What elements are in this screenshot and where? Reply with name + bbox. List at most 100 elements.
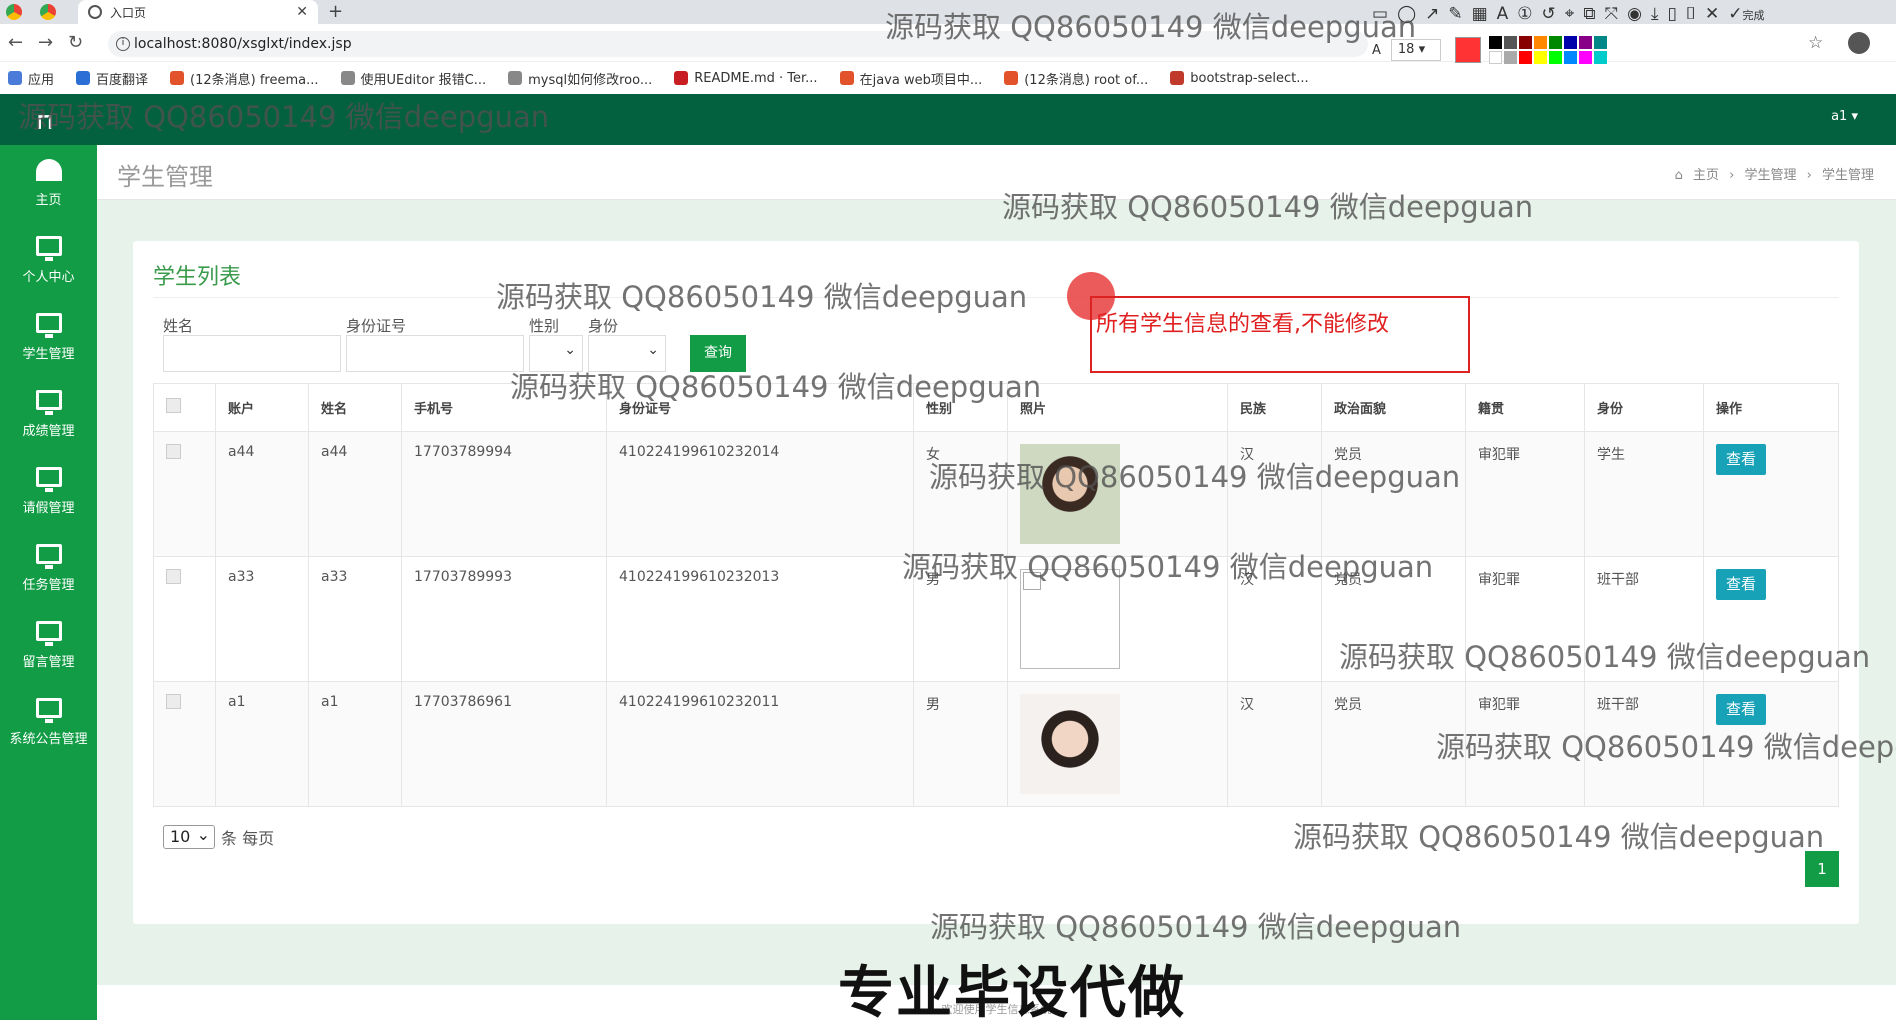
bookmark[interactable]: (12条消息) freema... (170, 69, 319, 88)
new-tab-button[interactable]: + (328, 0, 343, 24)
col-photo: 照片 (1007, 383, 1228, 432)
annotation-textbox[interactable]: 所有学生信息的查看,不能修改 (1090, 296, 1470, 373)
reload-icon[interactable]: ↻ (68, 32, 83, 53)
rectangle-tool-icon[interactable]: ▭ (1372, 4, 1388, 24)
page-title: 学生管理 (117, 163, 213, 191)
color-palette[interactable] (1488, 36, 1607, 64)
table-row: a33 a33 17703789993 410224199610232013 男… (153, 556, 1839, 682)
pen-tool-icon[interactable]: ✎ (1448, 4, 1462, 24)
bookmark-apps[interactable]: 应用 (8, 69, 54, 88)
cell-phone: 17703786961 (401, 681, 607, 807)
gender-filter-select[interactable] (529, 335, 583, 372)
view-button[interactable]: 查看 (1716, 694, 1766, 725)
bookmark[interactable]: 使用UEditor 报错C... (340, 69, 486, 88)
table-row: a1 a1 17703786961 410224199610232011 男 汉… (153, 681, 1839, 807)
bookmark[interactable]: 在java web项目中... (839, 69, 982, 88)
font-size-select[interactable]: 18 ▾ (1390, 39, 1441, 61)
info-icon[interactable]: i (116, 37, 130, 51)
csdn-icon (839, 71, 854, 85)
sidebar-item-students[interactable]: 学生管理 (0, 299, 97, 376)
phone-icon[interactable]: ▯ (1667, 4, 1676, 24)
globe-icon (88, 5, 102, 19)
sidebar-item-tasks[interactable]: 任务管理 (0, 530, 97, 607)
font-size-icon: A (1372, 42, 1381, 58)
page-size-control: 10 条 每页 (163, 824, 275, 849)
sidebar-item-leave[interactable]: 请假管理 (0, 453, 97, 530)
select-all-checkbox[interactable] (166, 398, 181, 413)
sidebar-item-grades[interactable]: 成绩管理 (0, 376, 97, 453)
broken-image-icon (1020, 569, 1120, 669)
cell-nation: 汉 (1227, 431, 1322, 557)
arrow-tool-icon[interactable]: ↗ (1425, 4, 1439, 24)
bookmark[interactable]: README.md · Ter... (674, 71, 818, 86)
page-icon (340, 71, 355, 85)
name-filter-label: 姓名 (163, 317, 194, 335)
bookmark[interactable]: (12条消息) root of... (1004, 69, 1148, 88)
url-input[interactable]: i localhost:8080/xsglxt/index.jsp (108, 31, 1368, 57)
page-size-suffix: 条 每页 (221, 829, 275, 848)
close-icon[interactable]: ✕ (296, 4, 308, 20)
bookmark[interactable]: bootstrap-select... (1170, 71, 1309, 86)
sidebar-item-messages[interactable]: 留言管理 (0, 607, 97, 684)
sidebar-item-announcements[interactable]: 系统公告管理 (0, 684, 97, 761)
cell-origin: 审犯罪 (1465, 681, 1585, 807)
role-filter-select[interactable] (588, 335, 666, 372)
mosaic-tool-icon[interactable]: ▦ (1472, 4, 1488, 24)
annotation-toolbar: ▭ ◯ ↗ ✎ ▦ A ① ↺ ⌖ ⧉ ⤧ ◉ ⤓ ▯ ⌷ ✕ ✓完成 A 18… (1362, 4, 1896, 76)
student-photo (1020, 694, 1120, 794)
number-tool-icon[interactable]: ① (1517, 4, 1532, 24)
breadcrumb-home[interactable]: 主页 (1693, 168, 1719, 183)
name-filter-input[interactable] (163, 335, 341, 372)
user-menu[interactable]: a1 ▾ (1831, 109, 1858, 124)
apps-grid-icon (8, 71, 22, 85)
bookmark[interactable]: 百度翻译 (76, 69, 148, 88)
current-color-swatch[interactable] (1454, 37, 1481, 63)
ellipse-tool-icon[interactable]: ◯ (1397, 4, 1416, 24)
pin-icon[interactable]: ⌖ (1565, 4, 1575, 24)
student-list-panel: 学生列表 姓名 身份证号 性别 身份 查询 账户 姓名 手机号 身份证号 性别 … (133, 241, 1859, 924)
breadcrumb-section[interactable]: 学生管理 (1744, 168, 1796, 183)
cell-gender: 女 (913, 431, 1008, 557)
cell-politics: 党员 (1321, 681, 1466, 807)
sidebar-item-profile[interactable]: 个人中心 (0, 222, 97, 299)
bookmark[interactable]: mysql如何修改roo... (508, 69, 652, 88)
record-icon[interactable]: ◉ (1627, 4, 1642, 24)
page-number-button[interactable]: 1 (1805, 851, 1839, 887)
back-icon[interactable]: ← (8, 32, 23, 53)
idcard-filter-input[interactable] (346, 335, 524, 372)
col-idcard: 身份证号 (606, 383, 914, 432)
row-checkbox[interactable] (166, 694, 181, 709)
csdn-icon (170, 71, 185, 85)
cell-role: 班干部 (1584, 556, 1704, 682)
student-photo (1020, 444, 1120, 544)
annotation-text: 所有学生信息的查看,不能修改 (1096, 312, 1389, 337)
sidebar-item-home[interactable]: 主页 (0, 145, 97, 222)
monitor-icon (35, 698, 62, 723)
chrome-logos (6, 4, 56, 20)
row-checkbox[interactable] (166, 444, 181, 459)
bookmark-icon[interactable]: ⌷ (1686, 4, 1696, 24)
page-size-select[interactable]: 10 (163, 824, 215, 849)
download-icon[interactable]: ⤓ (1651, 4, 1659, 24)
view-button[interactable]: 查看 (1716, 569, 1766, 600)
search-button[interactable]: 查询 (690, 335, 746, 372)
monitor-icon (35, 544, 62, 569)
promo-caption: 专业毕设代做 (838, 961, 1186, 1020)
ocr-icon[interactable]: ⤧ (1605, 4, 1619, 24)
cell-gender: 男 (913, 681, 1008, 807)
col-role: 身份 (1584, 383, 1704, 432)
undo-icon[interactable]: ↺ (1542, 4, 1556, 24)
done-button[interactable]: ✓完成 (1728, 4, 1764, 24)
monitor-icon (35, 467, 62, 492)
translate-icon[interactable]: ⧉ (1583, 4, 1595, 24)
view-button[interactable]: 查看 (1716, 444, 1766, 475)
col-account: 账户 (215, 383, 309, 432)
forward-icon[interactable]: → (38, 32, 53, 53)
csdn-icon (1004, 71, 1019, 85)
app-topbar: ⊓ a1 ▾ (0, 94, 1896, 145)
row-checkbox[interactable] (166, 569, 181, 584)
text-tool-icon[interactable]: A (1497, 4, 1509, 24)
browser-tab[interactable]: 入口页 ✕ (78, 0, 318, 24)
cancel-icon[interactable]: ✕ (1705, 4, 1719, 24)
gender-filter-label: 性别 (529, 317, 560, 335)
